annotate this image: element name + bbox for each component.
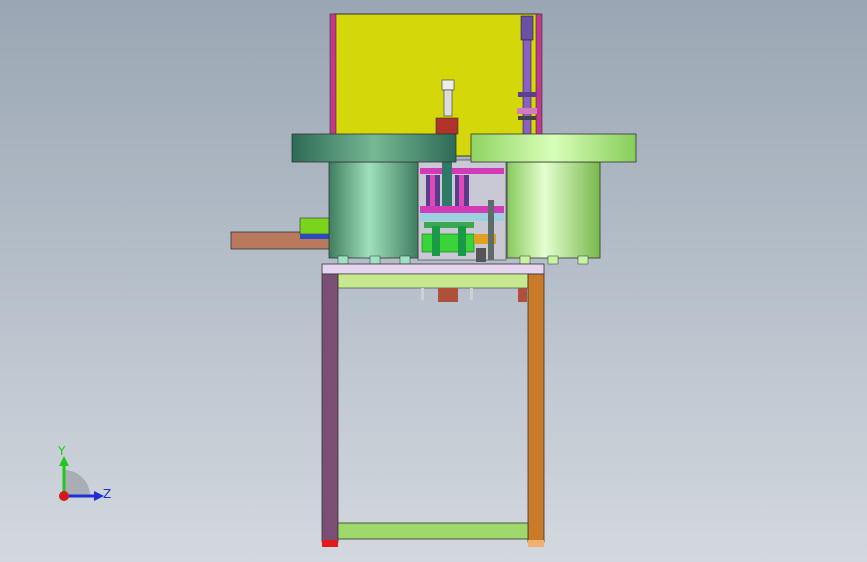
table-top[interactable] bbox=[321, 263, 545, 289]
bottom-stretcher[interactable] bbox=[337, 522, 529, 540]
triad-quadrant bbox=[64, 470, 90, 496]
central-mechanism[interactable] bbox=[417, 159, 507, 262]
assembly-drawing[interactable]: Y Z bbox=[0, 0, 867, 562]
frame-leg-left[interactable] bbox=[321, 273, 339, 547]
feeder-chute[interactable] bbox=[230, 217, 333, 250]
z-axis-label: Z bbox=[103, 487, 111, 501]
origin-icon bbox=[59, 491, 69, 501]
under-table-parts bbox=[421, 288, 527, 302]
y-axis-label: Y bbox=[57, 444, 66, 458]
axis-triad: Y Z bbox=[57, 444, 111, 501]
frame-leg-right[interactable] bbox=[527, 273, 545, 547]
cad-viewport[interactable]: Y Z bbox=[0, 0, 867, 562]
